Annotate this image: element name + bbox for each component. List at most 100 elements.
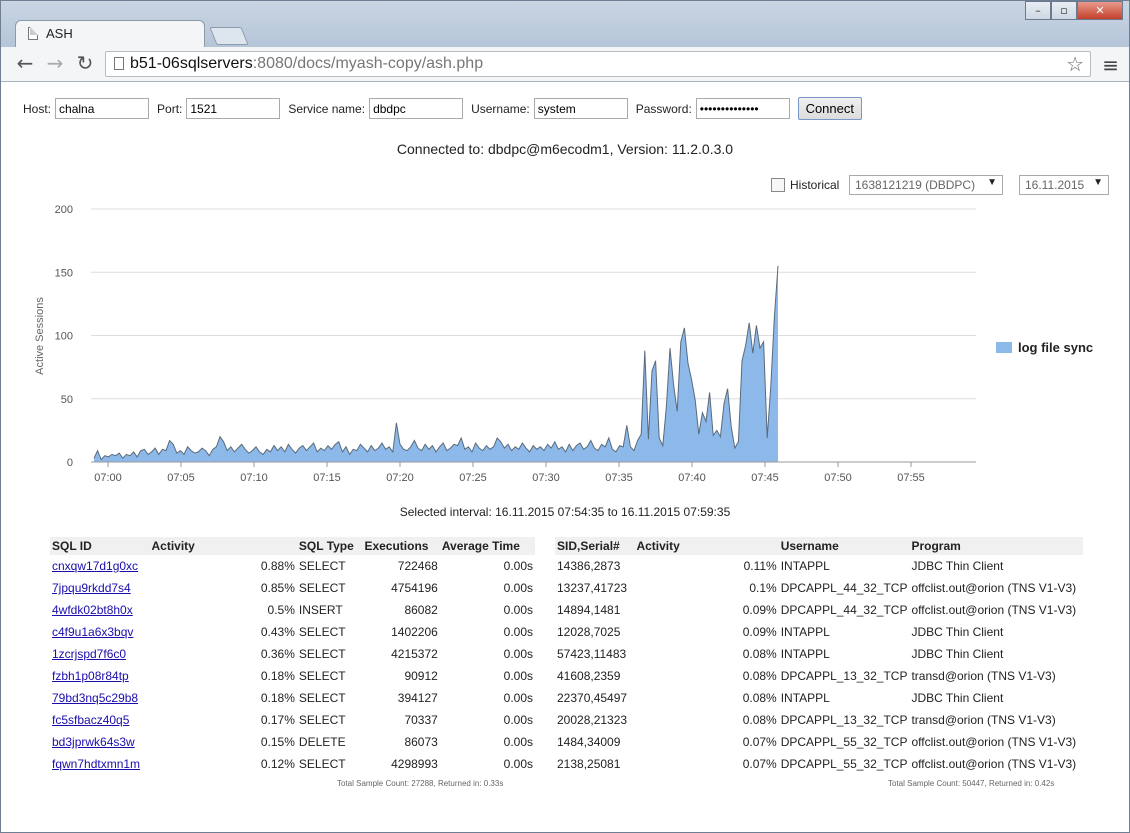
table-row[interactable]: c4f9u1a6x3bqv 0.43% SELECT 1402206 0.00s bbox=[50, 621, 535, 643]
sql-id-link[interactable]: 79bd3nq5c29b8 bbox=[52, 691, 138, 705]
column-header[interactable]: Executions bbox=[362, 537, 440, 555]
column-header[interactable]: SQL Type bbox=[296, 537, 363, 555]
column-header[interactable]: Average Time bbox=[439, 537, 535, 555]
sql-id-link[interactable]: fqwn7hdtxmn1m bbox=[52, 757, 140, 771]
table-row[interactable]: 14894,1481 0.09% DPCAPPL_44_32_TCP offclist… bbox=[555, 599, 1083, 621]
historical-checkbox[interactable] bbox=[771, 178, 785, 192]
port-input[interactable] bbox=[186, 98, 281, 119]
chart-legend: log file sync bbox=[996, 340, 1093, 355]
table-row[interactable]: 79bd3nq5c29b8 0.18% SELECT 394127 0.00s bbox=[50, 687, 535, 709]
table-row[interactable]: 1484,34009 0.07% DPCAPPL_55_32_TCP offclist… bbox=[555, 731, 1083, 753]
table-row[interactable]: fzbh1p08r84tp 0.18% SELECT 90912 0.00s bbox=[50, 665, 535, 687]
table-row[interactable]: 4wfdk02bt8h0x 0.5% INSERT 86082 0.00s bbox=[50, 599, 535, 621]
table-row[interactable]: 57423,11483 0.08% INTAPPL JDBC Thin Client bbox=[555, 643, 1083, 665]
back-arrow-icon[interactable]: ← bbox=[13, 52, 37, 76]
table-cell: 0.00s bbox=[503, 669, 533, 683]
sql-id-link[interactable]: 7jpqu9rkdd7s4 bbox=[52, 581, 131, 595]
table-row[interactable]: cnxqw17d1g0xc 0.88% SELECT 722468 0.00s bbox=[50, 555, 535, 577]
table-cell[interactable]: bd3jprwk64s3w bbox=[50, 731, 150, 753]
table-cell[interactable]: 4wfdk02bt8h0x bbox=[50, 599, 150, 621]
service-name-input[interactable] bbox=[369, 98, 464, 119]
maximize-icon[interactable]: ▫ bbox=[1051, 1, 1077, 20]
table-cell[interactable]: fc5sfbacz40q5 bbox=[50, 709, 150, 731]
url-host: b51-06sqlservers bbox=[130, 55, 253, 72]
x-tick-label: 07:25 bbox=[459, 472, 487, 484]
column-header[interactable]: SID,Serial# bbox=[555, 537, 635, 555]
forward-arrow-icon[interactable]: → bbox=[43, 52, 67, 76]
table-cell: offclist.out@orion (TNS V1-V3) bbox=[911, 735, 1077, 749]
close-icon[interactable]: ✕ bbox=[1077, 1, 1123, 20]
column-header[interactable]: Username bbox=[778, 537, 910, 555]
table-cell: 4298993 bbox=[391, 757, 438, 771]
table-row[interactable]: 13237,41723 0.1% DPCAPPL_44_32_TCP offclist… bbox=[555, 577, 1083, 599]
table-row[interactable]: 2138,25081 0.07% DPCAPPL_55_32_TCP offclist… bbox=[555, 753, 1083, 775]
table-cell[interactable]: cnxqw17d1g0xc bbox=[50, 555, 150, 577]
table-row[interactable]: 22370,45497 0.08% INTAPPL JDBC Thin Client bbox=[555, 687, 1083, 709]
database-select[interactable]: 1638121219 (DBDPC) ▼ bbox=[849, 175, 1003, 195]
table-cell[interactable]: 7jpqu9rkdd7s4 bbox=[50, 577, 150, 599]
table-row[interactable]: 14386,2873 0.11% INTAPPL JDBC Thin Client bbox=[555, 555, 1083, 577]
table-cell[interactable]: 1zcrjspd7f6c0 bbox=[50, 643, 150, 665]
column-header[interactable]: Program bbox=[909, 537, 1083, 555]
table-cell: 20028,21323 bbox=[557, 713, 628, 727]
sql-id-link[interactable]: cnxqw17d1g0xc bbox=[52, 559, 138, 573]
minimize-icon[interactable]: – bbox=[1025, 1, 1051, 20]
table-cell: 0.00s bbox=[503, 735, 533, 749]
host-input[interactable] bbox=[55, 98, 150, 119]
browser-tab[interactable]: ASH bbox=[15, 20, 205, 47]
table-cell: 14894,1481 bbox=[557, 603, 621, 617]
table-cell: 0.00s bbox=[503, 581, 533, 595]
column-header[interactable]: Activity bbox=[634, 537, 779, 555]
table-cell[interactable]: fzbh1p08r84tp bbox=[50, 665, 150, 687]
table-cell: SELECT bbox=[298, 625, 346, 639]
table-row[interactable]: 1zcrjspd7f6c0 0.36% SELECT 4215372 0.00s bbox=[50, 643, 535, 665]
username-input[interactable] bbox=[533, 98, 628, 119]
table-row[interactable]: fqwn7hdtxmn1m 0.12% SELECT 4298993 0.00s bbox=[50, 753, 535, 775]
sql-id-link[interactable]: 4wfdk02bt8h0x bbox=[52, 603, 133, 617]
table-cell[interactable]: 79bd3nq5c29b8 bbox=[50, 687, 150, 709]
table-cell: 0.00s bbox=[503, 691, 533, 705]
sql-id-link[interactable]: fc5sfbacz40q5 bbox=[52, 713, 129, 727]
top-sessions-table: SID,Serial# Activity Username Program 14386… bbox=[555, 537, 1083, 775]
active-sessions-chart[interactable]: 0 50 100 150 200 07:00 07:05 07:10 07:15 07:20 07:… bbox=[1, 194, 1129, 494]
table-cell[interactable]: c4f9u1a6x3bqv bbox=[50, 621, 150, 643]
x-tick-label: 07:05 bbox=[167, 472, 195, 484]
connect-button[interactable]: Connect bbox=[797, 97, 862, 120]
browser-window: ASH – ▫ ✕ ← → ↻ b51-06sqlservers:8080/do… bbox=[0, 0, 1130, 833]
reload-icon[interactable]: ↻ bbox=[73, 52, 97, 76]
column-header[interactable]: SQL ID bbox=[50, 537, 150, 555]
session-table-footer: Total Sample Count: 50447, Returned in: … bbox=[888, 779, 1055, 788]
date-select-value: 16.11.2015 bbox=[1025, 178, 1085, 192]
table-cell: DPCAPPL_44_32_TCP bbox=[780, 581, 908, 595]
table-cell: 13237,41723 bbox=[557, 581, 628, 595]
table-cell: 0.18% bbox=[260, 691, 295, 705]
sql-id-link[interactable]: 1zcrjspd7f6c0 bbox=[52, 647, 126, 661]
sql-id-link[interactable]: bd3jprwk64s3w bbox=[52, 735, 135, 749]
new-tab-button[interactable] bbox=[209, 27, 249, 45]
bookmark-star-icon[interactable]: ☆ bbox=[1066, 52, 1084, 76]
table-row[interactable]: 41608,2359 0.08% DPCAPPL_13_32_TCP transd@o… bbox=[555, 665, 1083, 687]
password-input[interactable] bbox=[695, 98, 790, 119]
menu-icon[interactable]: ≡ bbox=[1102, 53, 1119, 77]
table-cell: SELECT bbox=[298, 581, 346, 595]
sql-id-link[interactable]: fzbh1p08r84tp bbox=[52, 669, 129, 683]
url-path: :8080/docs/myash-copy/ash.php bbox=[252, 55, 484, 72]
column-header[interactable]: Activity bbox=[149, 537, 297, 555]
tab-title: ASH bbox=[46, 26, 73, 41]
table-cell: 0.00s bbox=[503, 757, 533, 771]
date-select[interactable]: 16.11.2015 ▼ bbox=[1019, 175, 1109, 195]
sql-id-link[interactable]: c4f9u1a6x3bqv bbox=[52, 625, 133, 639]
port-label: Port: bbox=[157, 101, 183, 116]
historical-toggle[interactable]: Historical bbox=[771, 178, 839, 192]
x-tick-label: 07:45 bbox=[751, 472, 779, 484]
table-cell: DPCAPPL_55_32_TCP bbox=[780, 735, 908, 749]
table-row[interactable]: 7jpqu9rkdd7s4 0.85% SELECT 4754196 0.00s bbox=[50, 577, 535, 599]
address-bar[interactable]: b51-06sqlservers:8080/docs/myash-copy/as… bbox=[105, 51, 1091, 77]
table-row[interactable]: 20028,21323 0.08% DPCAPPL_13_32_TCP transd@… bbox=[555, 709, 1083, 731]
table-row[interactable]: fc5sfbacz40q5 0.17% SELECT 70337 0.00s bbox=[50, 709, 535, 731]
dropdown-arrow-icon: ▼ bbox=[987, 177, 997, 188]
table-cell[interactable]: fqwn7hdtxmn1m bbox=[50, 753, 150, 775]
table-row[interactable]: 12028,7025 0.09% INTAPPL JDBC Thin Client bbox=[555, 621, 1083, 643]
table-row[interactable]: bd3jprwk64s3w 0.15% DELETE 86073 0.00s bbox=[50, 731, 535, 753]
dropdown-arrow-icon: ▼ bbox=[1093, 177, 1103, 188]
